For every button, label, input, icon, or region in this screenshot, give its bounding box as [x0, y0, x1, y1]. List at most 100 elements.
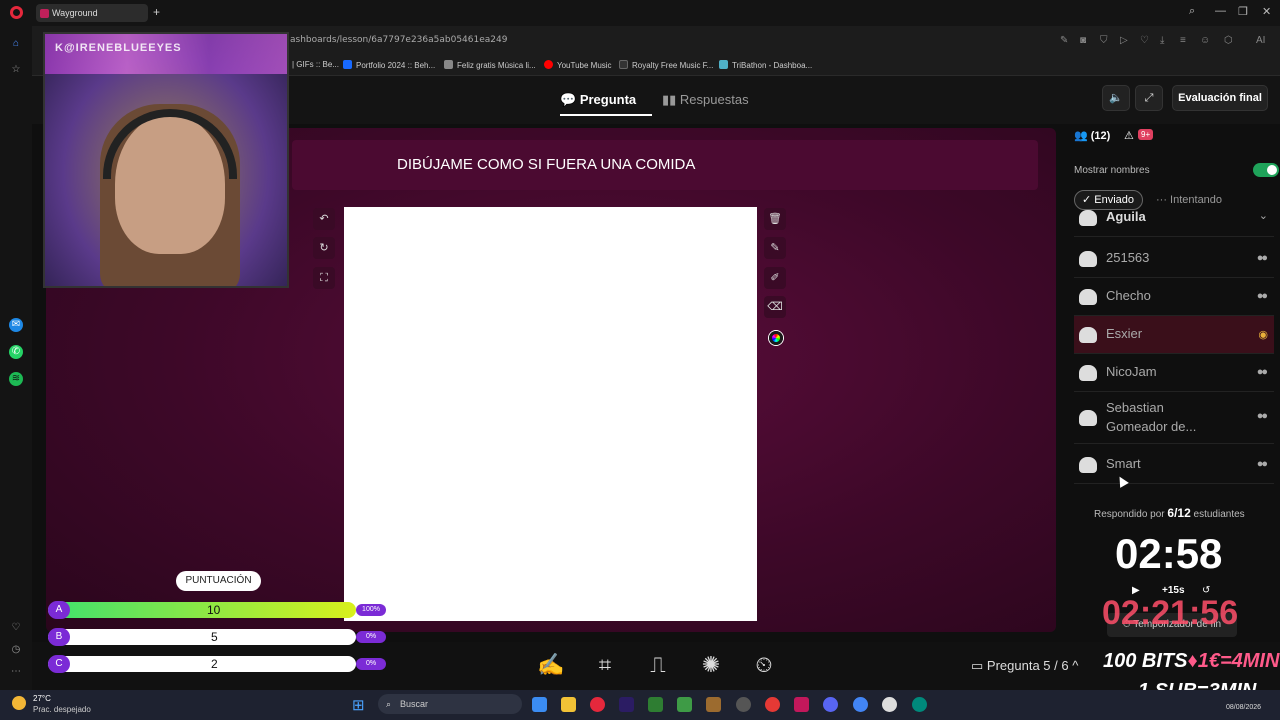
score-pct-b: 0%	[356, 631, 386, 643]
marker-icon[interactable]: ✐	[764, 267, 786, 289]
warning-badge: 9+	[1138, 129, 1154, 140]
expand-icon[interactable]: ⛶	[313, 267, 335, 289]
present-icon[interactable]: ⎍	[643, 650, 673, 680]
score-bar-c	[48, 656, 356, 672]
menu-icon[interactable]: ≡	[1180, 35, 1186, 46]
tab-respuestas[interactable]: ▮▮ Respuestas	[662, 92, 749, 108]
heart-icon[interactable]: ♡	[1140, 35, 1149, 46]
question-timer: 02:58	[1115, 530, 1223, 577]
bookmark-item[interactable]: YouTube Music	[544, 60, 612, 70]
app-icon[interactable]	[706, 697, 721, 712]
list-item[interactable]: NicoJam ●●	[1074, 354, 1274, 392]
discord-icon[interactable]	[823, 697, 838, 712]
bookmark-item[interactable]: | GIFs :: Be...	[292, 60, 339, 69]
app-icon[interactable]	[736, 697, 751, 712]
shield-icon[interactable]: ⛉	[1100, 35, 1108, 46]
score-letter-c: C	[48, 655, 70, 673]
app-icon[interactable]	[648, 697, 663, 712]
warning-icon[interactable]: ⚠	[1124, 129, 1134, 142]
copilot-icon[interactable]	[532, 697, 547, 712]
bookmark-item[interactable]: TriBathon - Dashboa...	[719, 60, 812, 70]
whiteboard-icon[interactable]: ⌗	[590, 650, 620, 680]
app-icon[interactable]	[912, 697, 927, 712]
score-fill-a	[48, 602, 356, 618]
new-tab-icon[interactable]: +	[153, 5, 160, 19]
url-field[interactable]: ashboards/lesson/6a7797e236a5ab05461ea24…	[290, 35, 507, 45]
opera-logo-icon[interactable]	[10, 6, 23, 19]
list-item[interactable]: Aguila ⌄	[1074, 203, 1274, 237]
drawing-canvas[interactable]	[344, 207, 757, 621]
maximize-icon[interactable]: ❐	[1238, 5, 1248, 18]
windows-taskbar	[0, 690, 1280, 720]
after-effects-icon[interactable]	[619, 697, 634, 712]
browser-tab[interactable]: Wayground	[36, 4, 148, 22]
home-icon[interactable]: ⌂	[9, 37, 23, 51]
whatsapp-icon[interactable]: ✆	[9, 345, 23, 359]
search-tabs-icon[interactable]: ⌕	[1189, 5, 1195, 18]
more-icon: ●●	[1256, 252, 1268, 264]
score-pct-c: 0%	[356, 658, 386, 670]
windows-start-icon[interactable]: ⊞	[352, 696, 365, 714]
score-title: PUNTUACIÓN	[176, 571, 261, 591]
edit-icon[interactable]: ✎	[1060, 35, 1068, 46]
spotify-icon[interactable]: ≋	[9, 372, 23, 386]
weather-desc: Prac. despejado	[33, 705, 91, 714]
bar-chart-icon: ▮▮	[662, 92, 680, 107]
pencil-icon[interactable]: ✎	[764, 237, 786, 259]
list-item[interactable]: Esxier ◉	[1074, 316, 1274, 354]
color-picker-icon[interactable]	[769, 331, 783, 345]
webcam-text: K@IRENEBLUEEYES	[55, 42, 182, 54]
tab-pregunta[interactable]: 💬 Pregunta	[560, 92, 636, 108]
tab-title: Wayground	[52, 8, 98, 18]
timer-icon[interactable]: ⏲	[749, 650, 779, 680]
list-item[interactable]: Smart ●●	[1074, 446, 1274, 484]
eval-final-button[interactable]: Evaluación final	[1172, 85, 1268, 111]
app-icon[interactable]	[677, 697, 692, 712]
bookmark-item[interactable]: Portfolio 2024 :: Beh...	[343, 60, 435, 70]
redo-icon[interactable]: ↻	[313, 237, 335, 259]
camera-icon[interactable]: ◙	[1080, 35, 1086, 46]
avatar	[1079, 410, 1097, 426]
weather-icon[interactable]	[12, 696, 26, 710]
list-item[interactable]: Sebastian Gomeador de... ●●	[1074, 392, 1274, 444]
show-names-toggle[interactable]	[1253, 163, 1279, 177]
undo-icon[interactable]: ↶	[313, 208, 335, 230]
list-item[interactable]: Checho ●●	[1074, 278, 1274, 316]
score-value-b: 5	[211, 630, 218, 644]
opera-icon[interactable]	[590, 697, 605, 712]
app-icon[interactable]	[794, 697, 809, 712]
opera-gx-icon[interactable]	[765, 697, 780, 712]
chrome-icon[interactable]	[853, 697, 868, 712]
history-icon[interactable]: ◷	[9, 643, 23, 657]
trash-icon[interactable]: 🗑	[764, 208, 786, 230]
volume-button[interactable]: 🔈	[1102, 85, 1130, 111]
chevron-down-icon: ⌄	[1258, 210, 1268, 222]
bookmark-item[interactable]: Feliz gratis Música li...	[444, 60, 536, 70]
download-icon[interactable]: ⤓	[1160, 35, 1164, 46]
close-icon[interactable]: ✕	[1262, 5, 1271, 18]
search-icon: ⌕	[386, 699, 392, 709]
ai-icon[interactable]: AI	[1256, 35, 1265, 46]
eraser-icon[interactable]: ⌫	[764, 296, 786, 318]
question-counter[interactable]: ▭ Pregunta 5 / 6 ^	[971, 658, 1078, 674]
taskbar-search[interactable]: ⌕ Buscar	[378, 694, 522, 714]
play-icon[interactable]: ▷	[1120, 35, 1128, 46]
star-icon[interactable]: ☆	[9, 63, 23, 77]
spinner-icon[interactable]: ✺	[696, 650, 726, 680]
draw-icon[interactable]: ✍	[536, 650, 566, 680]
list-item[interactable]: 251563 ●●	[1074, 240, 1274, 278]
heart-icon[interactable]: ♡	[9, 621, 23, 635]
weather-temp: 27°C	[33, 694, 51, 703]
chatgpt-icon[interactable]	[882, 697, 897, 712]
fullscreen-button[interactable]: ⤢	[1135, 85, 1163, 111]
players-count: 👥 (12)	[1074, 130, 1111, 142]
profile-icon[interactable]: ☺	[1200, 35, 1210, 46]
browser-tabbar	[0, 0, 1280, 26]
file-explorer-icon[interactable]	[561, 697, 576, 712]
avatar	[1079, 327, 1097, 343]
more-icon[interactable]: ⋯	[9, 665, 23, 679]
minimize-icon[interactable]: —	[1215, 5, 1226, 17]
messenger-icon[interactable]: ✉	[9, 318, 23, 332]
bookmark-item[interactable]: Royalty Free Music F...	[619, 60, 713, 70]
extensions-icon[interactable]: ⬡	[1224, 35, 1233, 46]
